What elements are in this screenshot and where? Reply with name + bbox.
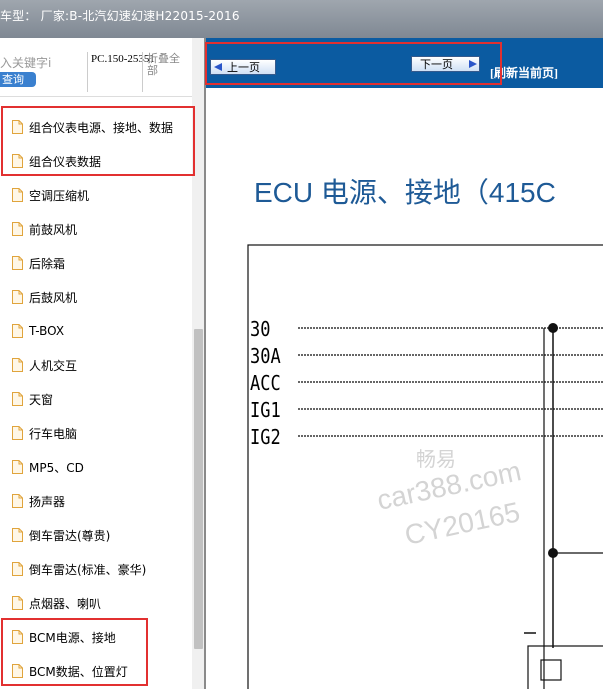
tree-item-label: MP5、CD — [29, 460, 84, 475]
document-icon — [12, 528, 23, 542]
tree-item-label: 点烟器、喇叭 — [29, 596, 102, 611]
window-titlebar: 车型： 厂家:B-北汽幻速幻速H22015-2016 — [0, 0, 603, 38]
tree-item-label: 前鼓风机 — [29, 222, 78, 237]
highlight-box-top — [1, 106, 195, 176]
diagram-viewer: ECU 电源、接地（415C 30 30A ACC IG1 IG2 畅易 car388.… — [206, 88, 603, 689]
tree-item-label: 后除霜 — [29, 256, 66, 271]
tree-item[interactable]: 倒车雷达(尊贵) — [12, 525, 110, 545]
tree-item[interactable]: 行车电脑 — [12, 423, 77, 443]
tree-item[interactable]: 后除霜 — [12, 253, 65, 273]
document-icon — [12, 562, 23, 576]
window-title: 车型： 厂家:B-北汽幻速幻速H22015-2016 — [0, 9, 240, 23]
code-label: PC.150-25351 — [91, 53, 155, 65]
column-divider — [87, 52, 88, 92]
tree-item[interactable]: 人机交互 — [12, 355, 77, 375]
document-icon — [12, 256, 23, 270]
tree-item-label: 天窗 — [29, 392, 54, 407]
tree-item[interactable]: 前鼓风机 — [12, 219, 77, 239]
tree-item[interactable]: 倒车雷达(标准、豪华) — [12, 559, 146, 579]
highlight-box-toolbar — [205, 42, 502, 85]
wire-junction — [548, 323, 558, 333]
document-icon — [12, 324, 23, 338]
pin-label: 30A — [250, 346, 281, 369]
tree-item-label: 后鼓风机 — [29, 290, 78, 305]
watermark-text: 畅易 — [416, 449, 456, 471]
tree-list: 组合仪表电源、接地、数据 组合仪表数据 空调压缩机 前鼓风机 后除霜 后鼓风机 T-BOX 人… — [0, 96, 196, 689]
document-icon — [12, 392, 23, 406]
document-icon — [12, 596, 23, 610]
pin-label: 30 — [250, 319, 270, 342]
document-icon — [12, 426, 23, 440]
document-icon — [12, 290, 23, 304]
search-row: 入关键字і 查询 PC.150-25351 折叠全部 — [0, 38, 204, 97]
tree-item[interactable]: MP5、CD — [12, 457, 84, 477]
wiring-diagram: 30 30A ACC IG1 IG2 — [247, 244, 603, 689]
tree-item-label: 人机交互 — [29, 358, 78, 373]
tree-item-label: T-BOX — [29, 324, 65, 338]
tree-item-label: 倒车雷达(尊贵) — [29, 528, 111, 543]
document-icon — [12, 494, 23, 508]
pin-label: ACC — [250, 373, 281, 396]
scrollbar-thumb[interactable] — [194, 329, 203, 649]
tree-item[interactable]: 扬声器 — [12, 491, 65, 511]
wire-junction — [548, 548, 558, 558]
tree-item[interactable]: 空调压缩机 — [12, 185, 89, 205]
tree-item[interactable]: 天窗 — [12, 389, 53, 409]
tree-item[interactable]: 点烟器、喇叭 — [12, 593, 101, 613]
document-icon — [12, 222, 23, 236]
tree-item-label: 行车电脑 — [29, 426, 78, 441]
tree-item[interactable]: 后鼓风机 — [12, 287, 77, 307]
tree-item-label: 空调压缩机 — [29, 188, 90, 203]
pin-label: IG2 — [250, 427, 281, 450]
highlight-box-bottom — [1, 618, 148, 686]
column-divider — [142, 52, 143, 92]
search-button[interactable]: 查询 — [0, 72, 36, 87]
connector-box — [527, 645, 603, 689]
document-icon — [12, 358, 23, 372]
tree-item-label: 倒车雷达(标准、豪华) — [29, 562, 147, 577]
document-icon — [12, 460, 23, 474]
document-icon — [12, 188, 23, 202]
tree-item-label: 扬声器 — [29, 494, 66, 509]
tree-item[interactable]: T-BOX — [12, 321, 64, 341]
fold-all-button[interactable]: 折叠全部 — [147, 53, 189, 77]
search-input[interactable]: 入关键字і — [0, 54, 51, 71]
pin-label: IG1 — [250, 400, 281, 423]
